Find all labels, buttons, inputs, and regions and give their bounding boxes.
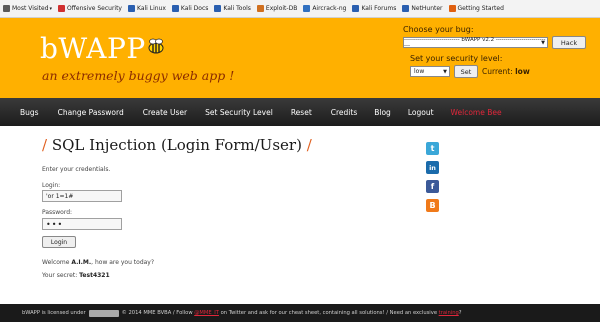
linkedin-icon[interactable]: in (426, 161, 439, 174)
hack-button[interactable]: Hack (552, 36, 586, 49)
kali-icon (127, 5, 135, 12)
nav-set-security-level[interactable]: Set Security Level (205, 108, 273, 117)
exploitdb-icon (256, 5, 264, 12)
footer-copyright-text: © 2014 MME BVBA / Follow (121, 310, 193, 316)
gear-icon (3, 5, 10, 12)
chevron-down-icon: ▼ (541, 39, 545, 46)
bug-select[interactable]: ---------------------------- bWAPP v2.2 … (403, 36, 548, 49)
login-button[interactable]: Login (42, 236, 76, 248)
title-slash-left: / (42, 136, 48, 154)
page-title: / SQL Injection (Login Form/User) / (42, 136, 312, 154)
app-tagline: an extremely buggy web app ! (42, 68, 235, 83)
bookmark-label: Kali Tools (223, 5, 251, 12)
nav-create-user[interactable]: Create User (143, 108, 187, 117)
facebook-icon[interactable]: f (426, 180, 439, 193)
welcome-user-name: A.I.M. (71, 259, 92, 266)
bookmark-item[interactable]: Kali Linux (125, 5, 169, 12)
nav-bugs[interactable]: Bugs (20, 108, 39, 117)
chevron-down-icon: ▼ (443, 68, 447, 75)
header: bWAPP an extremely buggy web app ! Choos… (0, 18, 600, 98)
current-level-value: low (515, 67, 530, 76)
title-slash-right: / (306, 136, 312, 154)
footer-end-text: ? (458, 310, 462, 316)
bookmark-item[interactable]: Kali Forums (349, 5, 399, 12)
bug-select-value: ---------------------------- bWAPP v2.2 … (404, 36, 546, 49)
nav-credits[interactable]: Credits (331, 108, 357, 117)
bookmark-item[interactable]: Aircrack-ng (300, 5, 349, 12)
kali-icon (402, 5, 410, 12)
welcome-suffix: , how are you today? (91, 259, 155, 266)
bookmark-label: Offensive Security (67, 5, 122, 12)
security-level-label: Set your security level: (410, 54, 503, 63)
bookmark-label: Kali Docs (180, 5, 209, 12)
chevron-down-icon: ▾ (49, 5, 53, 12)
nav-blog[interactable]: Blog (374, 108, 391, 117)
nav-change-password[interactable]: Change Password (58, 108, 124, 117)
set-security-button[interactable]: Set (454, 65, 478, 78)
aircrack-icon (303, 5, 311, 12)
bookmark-label: Most Visited (12, 5, 49, 12)
secret-message: Your secret: Test4321 (42, 272, 110, 279)
bookmark-item[interactable]: Kali Docs (169, 5, 211, 12)
secret-prefix: Your secret: (42, 272, 80, 279)
offsec-icon (58, 5, 66, 12)
bookmark-label: Aircrack-ng (312, 5, 347, 12)
nav-reset[interactable]: Reset (291, 108, 312, 117)
password-input[interactable]: ••• (42, 218, 122, 230)
footer: bWAPP is licensed under © 2014 MME BVBA … (0, 304, 600, 322)
login-input[interactable]: 'or 1=1# (42, 190, 122, 202)
choose-bug-label: Choose your bug: (403, 25, 474, 34)
blogger-icon[interactable]: B (426, 199, 439, 212)
footer-twitter-link[interactable]: @MME_IT (194, 310, 219, 316)
creative-commons-icon[interactable] (88, 309, 119, 317)
kali-icon (352, 5, 360, 12)
security-level-select[interactable]: low ▼ (410, 66, 450, 77)
footer-license-text: bWAPP is licensed under (22, 310, 86, 316)
login-label: Login: (42, 182, 61, 189)
page-title-text: SQL Injection (Login Form/User) (51, 136, 302, 154)
welcome-message: Welcome A.I.M., how are you today? (42, 259, 154, 266)
twitter-icon[interactable]: t (426, 142, 439, 155)
bookmark-item[interactable]: Offensive Security (55, 5, 125, 12)
password-label: Password: (42, 209, 73, 216)
main-content: / SQL Injection (Login Form/User) / Ente… (0, 126, 600, 304)
bookmark-label: Exploit-DB (265, 5, 298, 12)
kali-icon (214, 5, 222, 12)
bookmark-label: Kali Linux (136, 5, 166, 12)
welcome-prefix: Welcome (42, 259, 72, 266)
bookmark-item[interactable]: Most Visited ▾ (0, 5, 55, 12)
current-level-prefix: Current: (482, 67, 513, 76)
instructions-text: Enter your credentials. (42, 166, 111, 173)
security-level-value: low (414, 68, 425, 75)
main-nav: Bugs Change Password Create User Set Sec… (0, 98, 600, 126)
nav-welcome-user: Welcome Bee (450, 107, 502, 117)
nav-logout[interactable]: Logout (408, 108, 434, 117)
current-security-level: Current: low (482, 67, 530, 76)
app-logo[interactable]: bWAPP (40, 32, 146, 65)
bookmarks-toolbar: Most Visited ▾ Offensive Security Kali Linu… (0, 0, 600, 18)
footer-training-link[interactable]: training (439, 310, 459, 316)
bee-icon (148, 38, 164, 54)
bookmark-label: Kali Forums (361, 5, 397, 12)
bookmark-item[interactable]: NetHunter (399, 5, 445, 12)
kali-icon (171, 5, 179, 12)
bookmark-item[interactable]: Kali Tools (211, 5, 254, 12)
firefox-icon (448, 5, 456, 12)
bookmark-item[interactable]: Getting Started (446, 5, 507, 12)
bookmark-label: Getting Started (457, 5, 504, 12)
bookmark-label: NetHunter (411, 5, 443, 12)
secret-value: Test4321 (79, 272, 110, 279)
bookmark-item[interactable]: Exploit-DB (254, 5, 300, 12)
footer-cheatsheet-text: on Twitter and ask for our cheat sheet, … (220, 310, 438, 316)
